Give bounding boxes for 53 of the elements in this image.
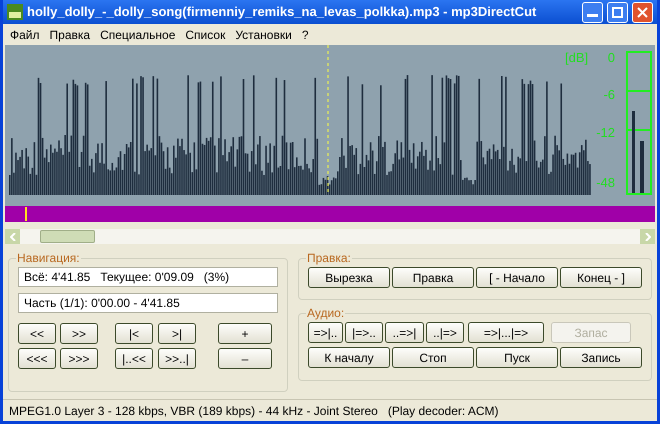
button[interactable]: Пуск — [476, 347, 558, 368]
maximize-button[interactable] — [607, 2, 628, 22]
position-marker[interactable] — [24, 207, 26, 221]
button[interactable]: =>|.. — [308, 322, 343, 343]
menu-item[interactable]: Специальное — [95, 26, 180, 44]
db-tick-label: 0 — [606, 49, 615, 67]
button[interactable]: >>> — [60, 348, 98, 369]
close-button[interactable] — [632, 2, 653, 22]
status-text: MPEG1.0 Layer 3 - 128 kbps, VBR (189 kbps) - 44 kHz - Joint Stereo (Play decoder: ACM) — [9, 402, 499, 420]
app-icon — [7, 4, 23, 20]
button[interactable]: – — [218, 348, 272, 369]
button[interactable]: Конец - ] — [560, 267, 642, 288]
menu-item[interactable]: Правка — [44, 26, 96, 44]
menu-item[interactable]: ? — [296, 26, 314, 44]
horizontal-scrollbar[interactable] — [5, 229, 655, 244]
button[interactable]: >>..| — [158, 348, 196, 369]
minimize-icon — [587, 14, 598, 16]
button[interactable]: Запись — [560, 347, 642, 368]
group-label: Правка: — [306, 250, 352, 267]
button[interactable]: |=>.. — [345, 322, 383, 343]
menu-item[interactable]: Список — [180, 26, 230, 44]
db-tick-label: -48 — [595, 174, 615, 192]
scroll-thumb[interactable] — [40, 230, 95, 243]
button[interactable]: <<< — [18, 348, 56, 369]
button[interactable]: >| — [158, 323, 196, 344]
group-label: Навигация: — [16, 250, 81, 267]
button[interactable]: К началу — [308, 347, 390, 368]
group-label: Аудио: — [306, 305, 346, 322]
button[interactable]: << — [18, 323, 56, 344]
menu-item[interactable]: Файл — [5, 26, 45, 44]
button[interactable]: + — [218, 323, 272, 344]
db-unit-label: [dB] — [565, 49, 588, 67]
button[interactable]: |..<< — [115, 348, 153, 369]
part-time-field: Часть (1/1): 0'00.00 - 4'41.85 — [18, 293, 278, 313]
scroll-right-button[interactable] — [640, 229, 655, 244]
window-title: holly_dolly_-_dolly_song(firmenniy_remiks_na_levas_polkka).mp3 - mp3DirectCut — [27, 3, 538, 22]
menu-item[interactable]: Установки — [230, 26, 297, 44]
button[interactable]: =>|...|=> — [468, 322, 544, 343]
scroll-left-button[interactable] — [5, 229, 20, 244]
button[interactable]: ..|=> — [426, 322, 464, 343]
maximize-icon — [612, 6, 623, 18]
db-tick-label: -6 — [602, 86, 615, 104]
button[interactable]: Вырезка — [308, 267, 390, 288]
button[interactable]: Правка — [392, 267, 474, 288]
close-icon — [637, 6, 648, 18]
total-time-field: Всё: 4'41.85 Текущее: 0'09.09 (3%) — [18, 267, 278, 287]
db-tick-label: -12 — [595, 124, 615, 142]
button[interactable]: ..=>| — [385, 322, 424, 343]
button[interactable]: |< — [115, 323, 153, 344]
button[interactable]: >> — [60, 323, 98, 344]
minimize-button[interactable] — [582, 2, 603, 22]
button[interactable]: [ - Начало — [476, 267, 558, 288]
button[interactable]: Стоп — [392, 347, 474, 368]
